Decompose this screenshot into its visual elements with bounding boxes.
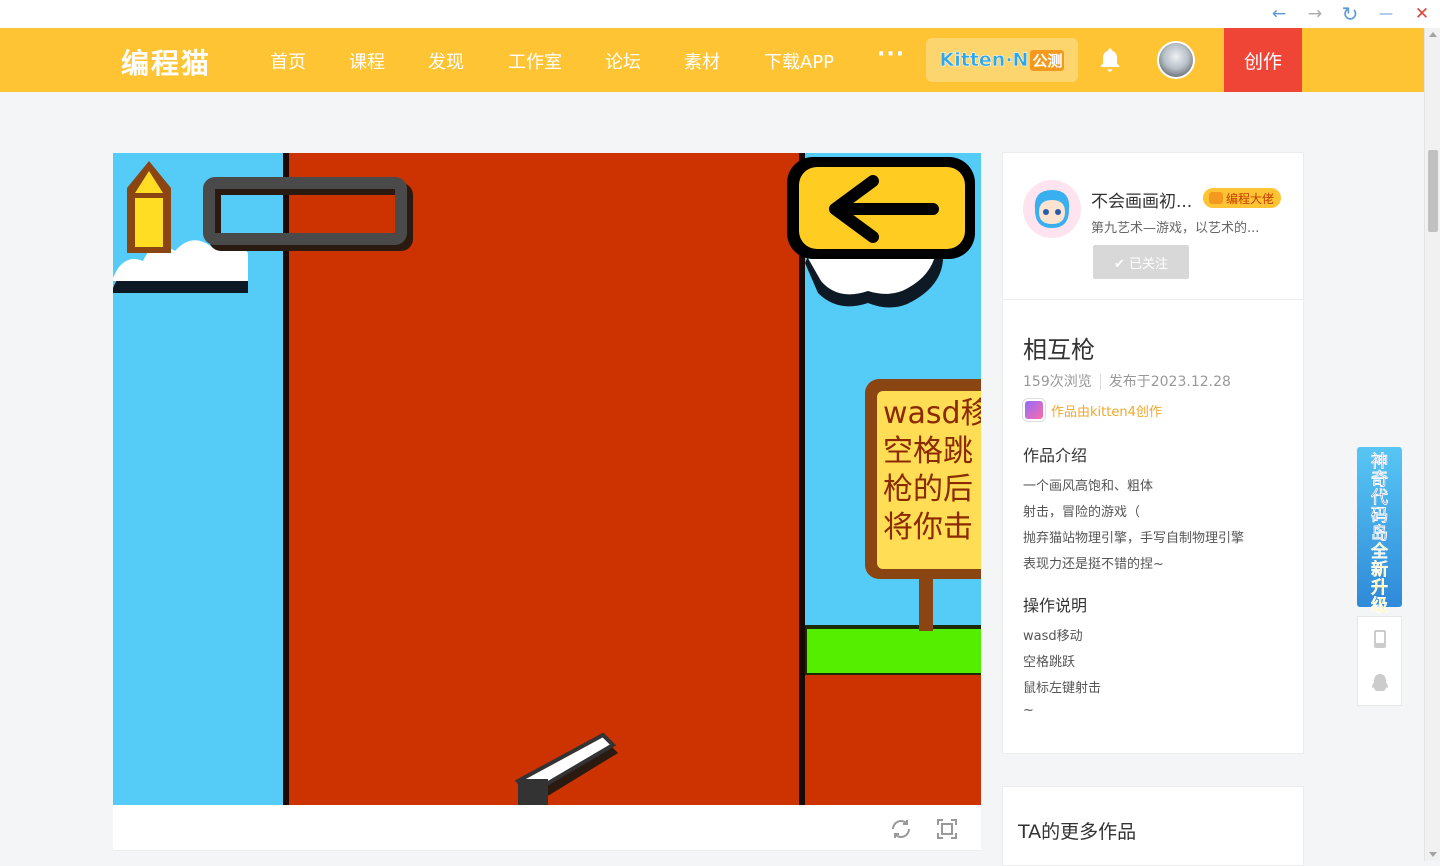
intro-line: 射击，冒险的游戏（ [1023,505,1141,520]
more-works-card: TA的更多作品 [1002,786,1304,866]
fullscreen-icon[interactable] [935,817,959,841]
nav-download-app[interactable]: 下载APP [764,48,834,74]
badge-crown-icon [1209,192,1223,204]
promo-char: 码 [1371,506,1388,526]
intro-heading: 作品介绍 [1023,446,1088,465]
game-canvas[interactable]: wasd移 空格跳 枪的后 将你击 [113,153,981,805]
nav-studio[interactable]: 工作室 [508,48,562,74]
page-scrollbar[interactable] [1424,28,1440,861]
close-icon[interactable]: ✕ [1410,2,1434,26]
author-name[interactable]: 不会画画初... [1091,187,1192,212]
made-by-label: 作品由kitten4创作 [1051,404,1162,420]
scroll-thumb[interactable] [1428,150,1438,232]
forward-icon[interactable]: → [1303,2,1327,26]
create-button[interactable]: 创作 [1224,28,1302,92]
nav-forum[interactable]: 论坛 [605,48,641,74]
window-titlebar: ← → ↻ — ✕ [0,0,1440,28]
site-logo[interactable]: 编程猫 [121,42,211,82]
kitten-n-tag: 公测 [1030,49,1065,71]
promo-char: 奇 [1371,470,1388,490]
work-info-card: 相互枪 159次浏览 发布于2023.12.28 作品由kitten4创作 作品介… [1002,300,1304,754]
back-icon[interactable]: ← [1267,2,1291,26]
restart-icon[interactable] [889,817,913,841]
sign-line: wasd移 [883,396,981,431]
nav-courses[interactable]: 课程 [349,48,385,74]
publish-date: 发布于2023.12.28 [1108,374,1231,390]
author-badge: 编程大佬 [1203,188,1281,208]
kitten-n-label: Kitten·N [939,49,1029,72]
work-title: 相互枪 [1023,336,1095,364]
minimize-icon[interactable]: — [1374,2,1398,26]
mobile-app-icon[interactable] [1370,629,1390,649]
meta-divider [1099,374,1101,390]
sign-line: 空格跳 [883,434,973,469]
grass-platform [807,629,981,673]
author-bio: 第九艺术—游戏，以艺术的... [1091,221,1260,236]
kitten-app-icon [1023,399,1045,421]
game-scene [113,153,981,805]
notification-bell-icon[interactable] [1096,46,1124,74]
intro-line: 一个画风高饱和、粗体 [1023,479,1154,494]
game-back-arrow-button[interactable] [787,157,975,259]
controls-line: wasd移动 [1023,629,1083,644]
qq-icon[interactable] [1370,673,1390,693]
sign-post [919,573,933,631]
ground-block [805,675,981,805]
controls-line: 鼠标左键射击 [1023,681,1102,696]
intro-line: 抛弃猫站物理引擎，手写自制物理引擎 [1023,531,1245,546]
promo-char: 级 [1371,596,1388,616]
promo-char: 神 [1371,452,1388,472]
nav-materials[interactable]: 素材 [684,48,720,74]
side-tools [1357,616,1402,706]
sign-line: 将你击 [883,510,973,545]
scroll-up-icon[interactable] [1429,32,1437,37]
controls-line: ~ [1023,703,1034,718]
site-header: 编程猫 首页 课程 发现 工作室 论坛 素材 下载APP ··· Kitten·… [0,28,1424,92]
view-count: 159次浏览 [1023,374,1092,390]
promo-banner[interactable]: 神 奇 代 码 岛 全 新 升 级 [1357,447,1402,615]
sign-text: wasd移 空格跳 枪的后 将你击 [883,395,981,547]
user-avatar[interactable] [1157,41,1195,79]
refresh-icon[interactable]: ↻ [1338,2,1362,26]
nav-more-icon[interactable]: ··· [877,42,905,67]
promo-char: 代 [1371,488,1388,508]
controls-line: 空格跳跃 [1023,655,1076,670]
work-meta: 159次浏览 发布于2023.12.28 [1023,371,1231,391]
follow-button[interactable]: ✔ 已关注 [1093,245,1189,279]
badge-label: 编程大佬 [1226,191,1275,206]
author-card: 不会画画初... 编程大佬 第九艺术—游戏，以艺术的... ✔ 已关注 [1002,152,1304,300]
author-avatar[interactable] [1023,180,1081,238]
game-toolbar [113,805,981,851]
more-works-title: TA的更多作品 [1018,821,1137,843]
promo-char: 岛 [1371,524,1388,544]
promo-char: 新 [1371,560,1388,580]
scroll-down-icon[interactable] [1429,852,1437,857]
promo-char: 全 [1371,542,1388,562]
made-by-link[interactable]: 作品由kitten4创作 [1023,399,1162,421]
promo-char: 升 [1371,578,1388,598]
controls-heading: 操作说明 [1023,596,1088,615]
nav-discover[interactable]: 发现 [428,48,464,74]
intro-line: 表现力还是挺不错的捏~ [1023,557,1164,572]
nav-home[interactable]: 首页 [270,48,306,74]
sign-line: 枪的后 [883,472,973,507]
kitten-n-button[interactable]: Kitten·N 公测 [926,38,1078,82]
